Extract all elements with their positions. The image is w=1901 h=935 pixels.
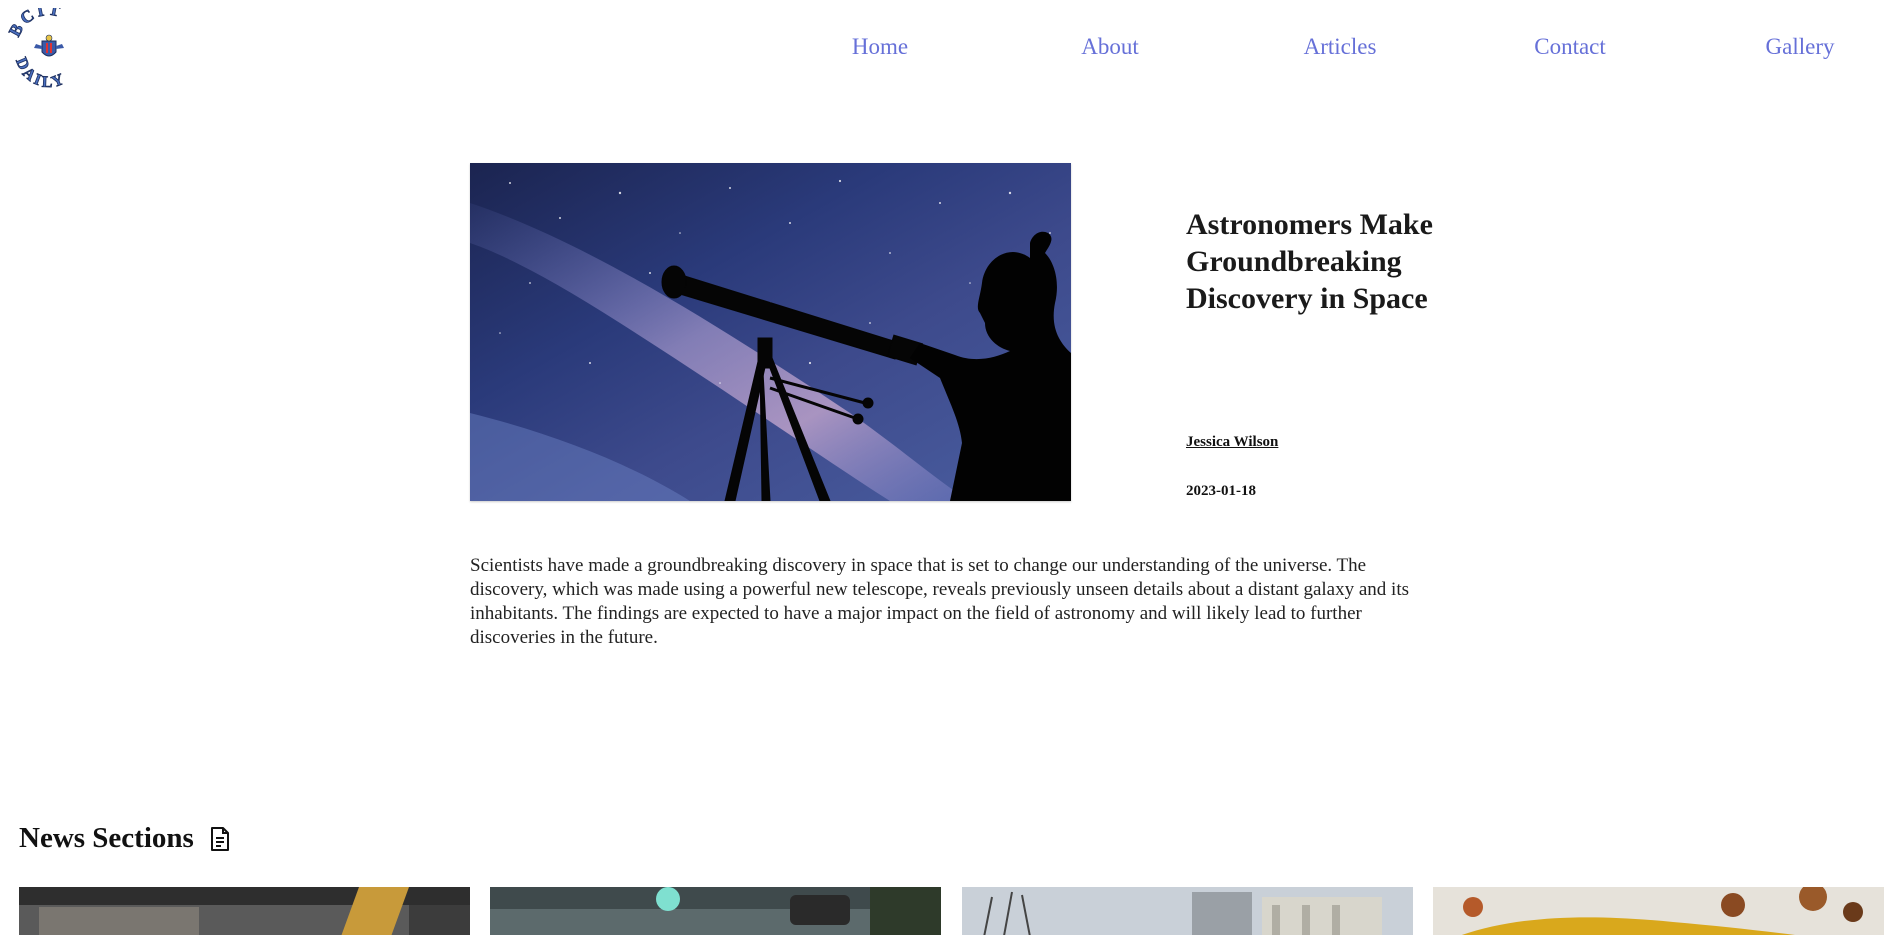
news-section-image [962, 887, 1413, 935]
featured-article-image[interactable] [470, 163, 1071, 501]
main-nav: Home About Articles Contact Gallery [0, 34, 1901, 66]
featured-article-summary: Scientists have made a groundbreaking di… [470, 555, 1409, 648]
featured-article-meta: Astronomers Make Groundbreaking Discover… [1186, 206, 1446, 499]
nav-about-link[interactable]: About [1081, 34, 1139, 60]
nav-articles-link[interactable]: Articles [1304, 34, 1377, 60]
news-section-image [19, 887, 470, 935]
news-section-card[interactable] [1433, 887, 1884, 935]
news-section-card[interactable] [19, 887, 470, 935]
featured-article-title[interactable]: Astronomers Make Groundbreaking Discover… [1186, 206, 1446, 317]
nav-gallery-link[interactable]: Gallery [1766, 34, 1835, 60]
telescope-night-sky-image [470, 163, 1071, 501]
news-section-card[interactable] [490, 887, 941, 935]
nav-contact-link[interactable]: Contact [1534, 34, 1606, 60]
publish-date: 2023-01-18 [1186, 483, 1256, 499]
news-sections-header: News Sections [19, 822, 232, 855]
news-section-image [1433, 887, 1884, 935]
news-section-cards [0, 887, 1901, 935]
news-section-card[interactable] [962, 887, 1413, 935]
site-header: BCIT DAILY Home About Articles Contact G… [0, 0, 1901, 100]
author-link[interactable]: Jessica Wilson [1186, 434, 1278, 451]
document-icon [208, 826, 232, 852]
news-sections-title: News Sections [19, 822, 194, 854]
news-section-image [490, 887, 941, 935]
nav-home-link[interactable]: Home [852, 34, 908, 60]
page: BCIT DAILY Home About Articles Contact G… [0, 0, 1901, 935]
